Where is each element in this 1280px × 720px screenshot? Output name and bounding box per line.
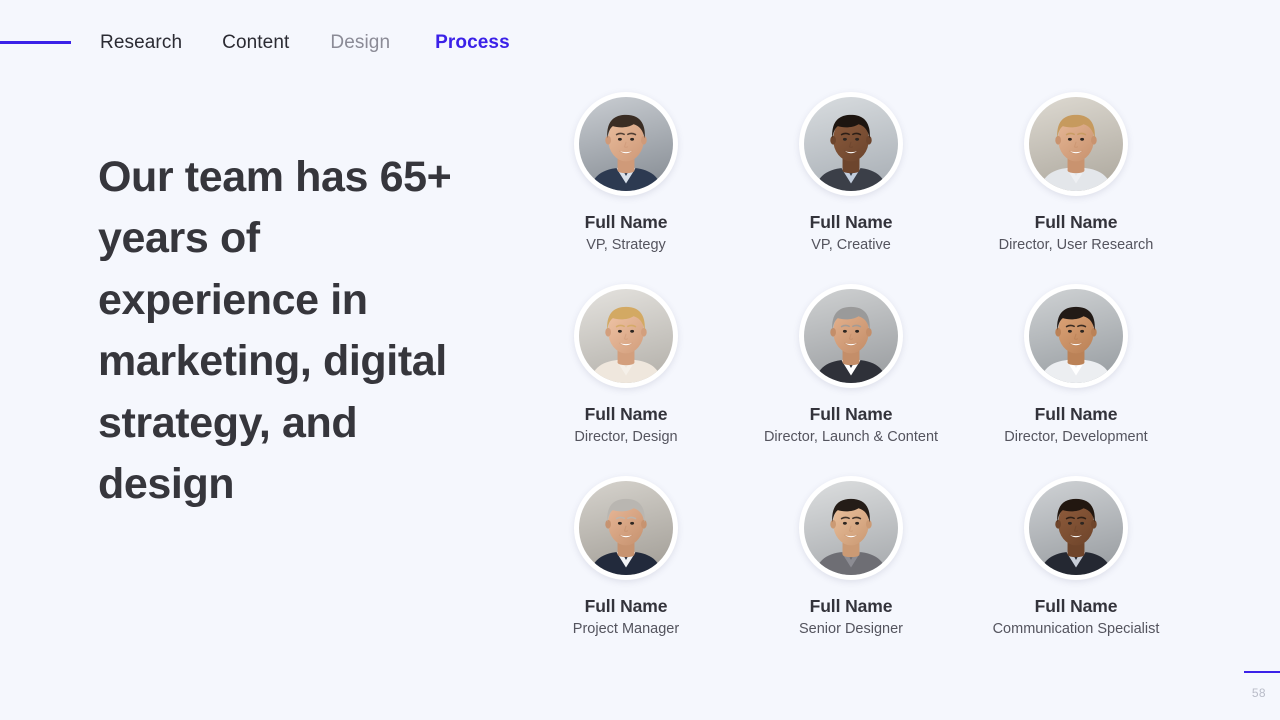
avatar (574, 284, 678, 388)
member-name: Full Name (584, 212, 668, 232)
member-role: Director, User Research (998, 237, 1154, 253)
avatar (799, 476, 903, 580)
member-role: VP, Strategy (586, 237, 666, 253)
avatar-photo (1029, 97, 1123, 191)
team-member-card: Full Name Director, Development (966, 284, 1186, 448)
avatar-photo (579, 481, 673, 575)
member-role: Director, Design (574, 429, 678, 445)
team-member-card: Full Name VP, Creative (741, 92, 961, 256)
member-name: Full Name (1034, 212, 1118, 232)
avatar-photo (579, 97, 673, 191)
page-title: Our team has 65+ years of experience in … (98, 152, 452, 509)
team-member-card: Full Name Director, User Research (966, 92, 1186, 256)
avatar-photo (579, 289, 673, 383)
avatar (1024, 284, 1128, 388)
team-grid: Full Name VP, Strategy Full Name VP, Cre… (516, 92, 1226, 640)
member-role: Senior Designer (799, 621, 903, 637)
nav-tab-research[interactable]: Research (100, 29, 182, 57)
nav-tab-process[interactable]: Process (435, 29, 510, 57)
member-role: Communication Specialist (992, 621, 1160, 637)
avatar (799, 92, 903, 196)
member-role: Director, Development (1004, 429, 1148, 445)
team-member-card: Full Name Communication Specialist (966, 476, 1186, 640)
avatar (1024, 476, 1128, 580)
team-member-card: Full Name Director, Launch & Content (741, 284, 961, 448)
avatar-photo (1029, 289, 1123, 383)
member-role: Project Manager (572, 621, 680, 637)
avatar-photo (804, 481, 898, 575)
member-name: Full Name (809, 212, 893, 232)
footer-accent-rule (1244, 671, 1280, 673)
avatar-photo (804, 289, 898, 383)
team-member-card: Full Name Director, Design (516, 284, 736, 448)
member-name: Full Name (1034, 404, 1118, 424)
nav-item-list: Research Content Design Process (100, 29, 510, 57)
accent-rule (0, 41, 71, 44)
team-member-card: Full Name Project Manager (516, 476, 736, 640)
member-role: VP, Creative (811, 237, 891, 253)
member-name: Full Name (584, 404, 668, 424)
nav-tab-design[interactable]: Design (330, 29, 390, 57)
avatar (574, 476, 678, 580)
top-navigation: Research Content Design Process (0, 0, 1280, 86)
member-name: Full Name (1034, 596, 1118, 616)
avatar (574, 92, 678, 196)
nav-tab-content[interactable]: Content (222, 29, 289, 57)
member-name: Full Name (809, 596, 893, 616)
team-member-card: Full Name Senior Designer (741, 476, 961, 640)
page-number: 58 (1251, 686, 1266, 700)
avatar-photo (1029, 481, 1123, 575)
team-member-card: Full Name VP, Strategy (516, 92, 736, 256)
member-name: Full Name (584, 596, 668, 616)
member-role: Director, Launch & Content (763, 429, 939, 445)
avatar (799, 284, 903, 388)
avatar-photo (804, 97, 898, 191)
member-name: Full Name (809, 404, 893, 424)
avatar (1024, 92, 1128, 196)
